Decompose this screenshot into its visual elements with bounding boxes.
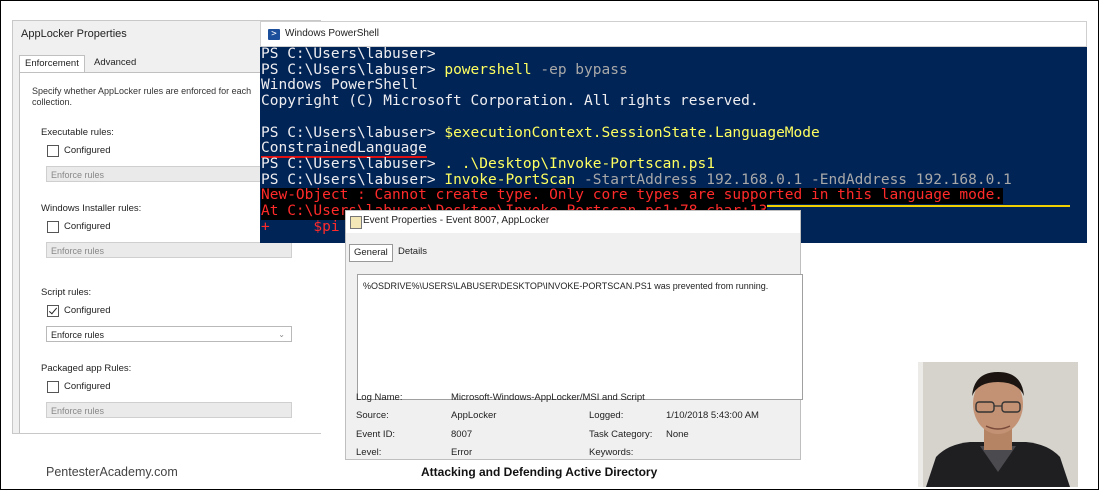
console-line: PS C:\Users\labuser> [261,47,436,62]
presenter-video [918,362,1078,487]
keywords-label: Keywords: [589,447,634,458]
console-line: PS C:\Users\labuser> $executionContext.S… [261,124,820,141]
event-message-box: %OSDRIVE%\USERS\LABUSER\DESKTOP\INVOKE-P… [357,274,803,400]
executable-enforce-value: Enforce rules [51,170,105,180]
script-configured-checkbox[interactable] [47,305,59,317]
source-value: AppLocker [451,410,497,421]
packaged-app-enforce-value: Enforce rules [51,406,105,416]
course-caption: Attacking and Defending Active Directory [421,465,658,479]
task-category-value: None [666,429,689,440]
executable-configured-checkbox[interactable] [47,145,59,157]
console-error-line: + $pi [261,218,340,235]
event-id-value: 8007 [451,429,473,440]
console-line-highlighted: ConstrainedLanguage [261,140,427,159]
console-error-line: New-Object : Cannot create type. Only co… [261,187,1004,204]
windows-installer-enforce-value: Enforce rules [51,246,105,256]
applocker-title: AppLocker Properties [21,28,127,40]
presenter-image [918,362,1078,487]
powershell-icon: > [268,29,280,40]
chevron-down-icon: ⌄ [278,330,285,339]
task-category-label: Task Category: [589,429,653,440]
windows-installer-enforce-select[interactable]: Enforce rules [46,242,292,258]
tab-general[interactable]: General [349,244,393,262]
console-line: PS C:\Users\labuser> . .\Desktop\Invoke-… [261,155,715,172]
level-value: Error [451,447,473,458]
tab-advanced[interactable]: Advanced [89,55,141,71]
site-caption: PentesterAcademy.com [46,465,178,479]
event-title: Event Properties - Event 8007, AppLocker [363,215,550,226]
script-enforce-select[interactable]: Enforce rules ⌄ [46,326,292,342]
executable-rules-label: Executable rules: [41,127,114,138]
script-enforce-value: Enforce rules [51,330,105,340]
console-line: Windows PowerShell [261,77,419,94]
windows-installer-configured-checkbox[interactable] [47,221,59,233]
windows-installer-rules-label: Windows Installer rules: [41,203,142,214]
packaged-app-rules-label: Packaged app Rules: [41,363,132,374]
event-properties-window: Event Properties - Event 8007, AppLocker… [345,210,803,460]
packaged-app-configured-checkbox[interactable] [47,381,59,393]
console-line: PS C:\Users\labuser> Invoke-PortScan -St… [261,171,1012,188]
script-rules-label: Script rules: [41,287,92,298]
source-label: Source: [356,410,389,421]
event-titlebar: Event Properties - Event 8007, AppLocker [346,211,800,233]
powershell-titlebar: > Windows PowerShell [260,21,1087,47]
executable-configured-label: Configured [64,145,111,156]
windows-installer-configured-label: Configured [64,221,111,232]
event-id-label: Event ID: [356,429,396,440]
logged-value: 1/10/2018 5:43:00 AM [666,410,759,421]
tab-enforcement[interactable]: Enforcement [19,55,85,72]
level-label: Level: [356,447,382,458]
log-name-label: Log Name: [356,392,403,403]
event-message: %OSDRIVE%\USERS\LABUSER\DESKTOP\INVOKE-P… [363,281,769,291]
packaged-app-enforce-select[interactable]: Enforce rules [46,402,292,418]
tab-details[interactable]: Details [394,244,431,260]
script-configured-label: Configured [64,305,111,316]
powershell-title: Windows PowerShell [285,28,379,39]
console-line: PS C:\Users\labuser> powershell -ep bypa… [261,61,628,78]
console-line: Copyright (C) Microsoft Corporation. All… [261,93,759,110]
executable-enforce-select[interactable]: Enforce rules [46,166,292,182]
packaged-app-configured-label: Configured [64,381,111,392]
event-viewer-icon [350,216,362,229]
log-name-value: Microsoft-Windows-AppLocker/MSI and Scri… [451,392,645,403]
logged-label: Logged: [589,410,624,421]
